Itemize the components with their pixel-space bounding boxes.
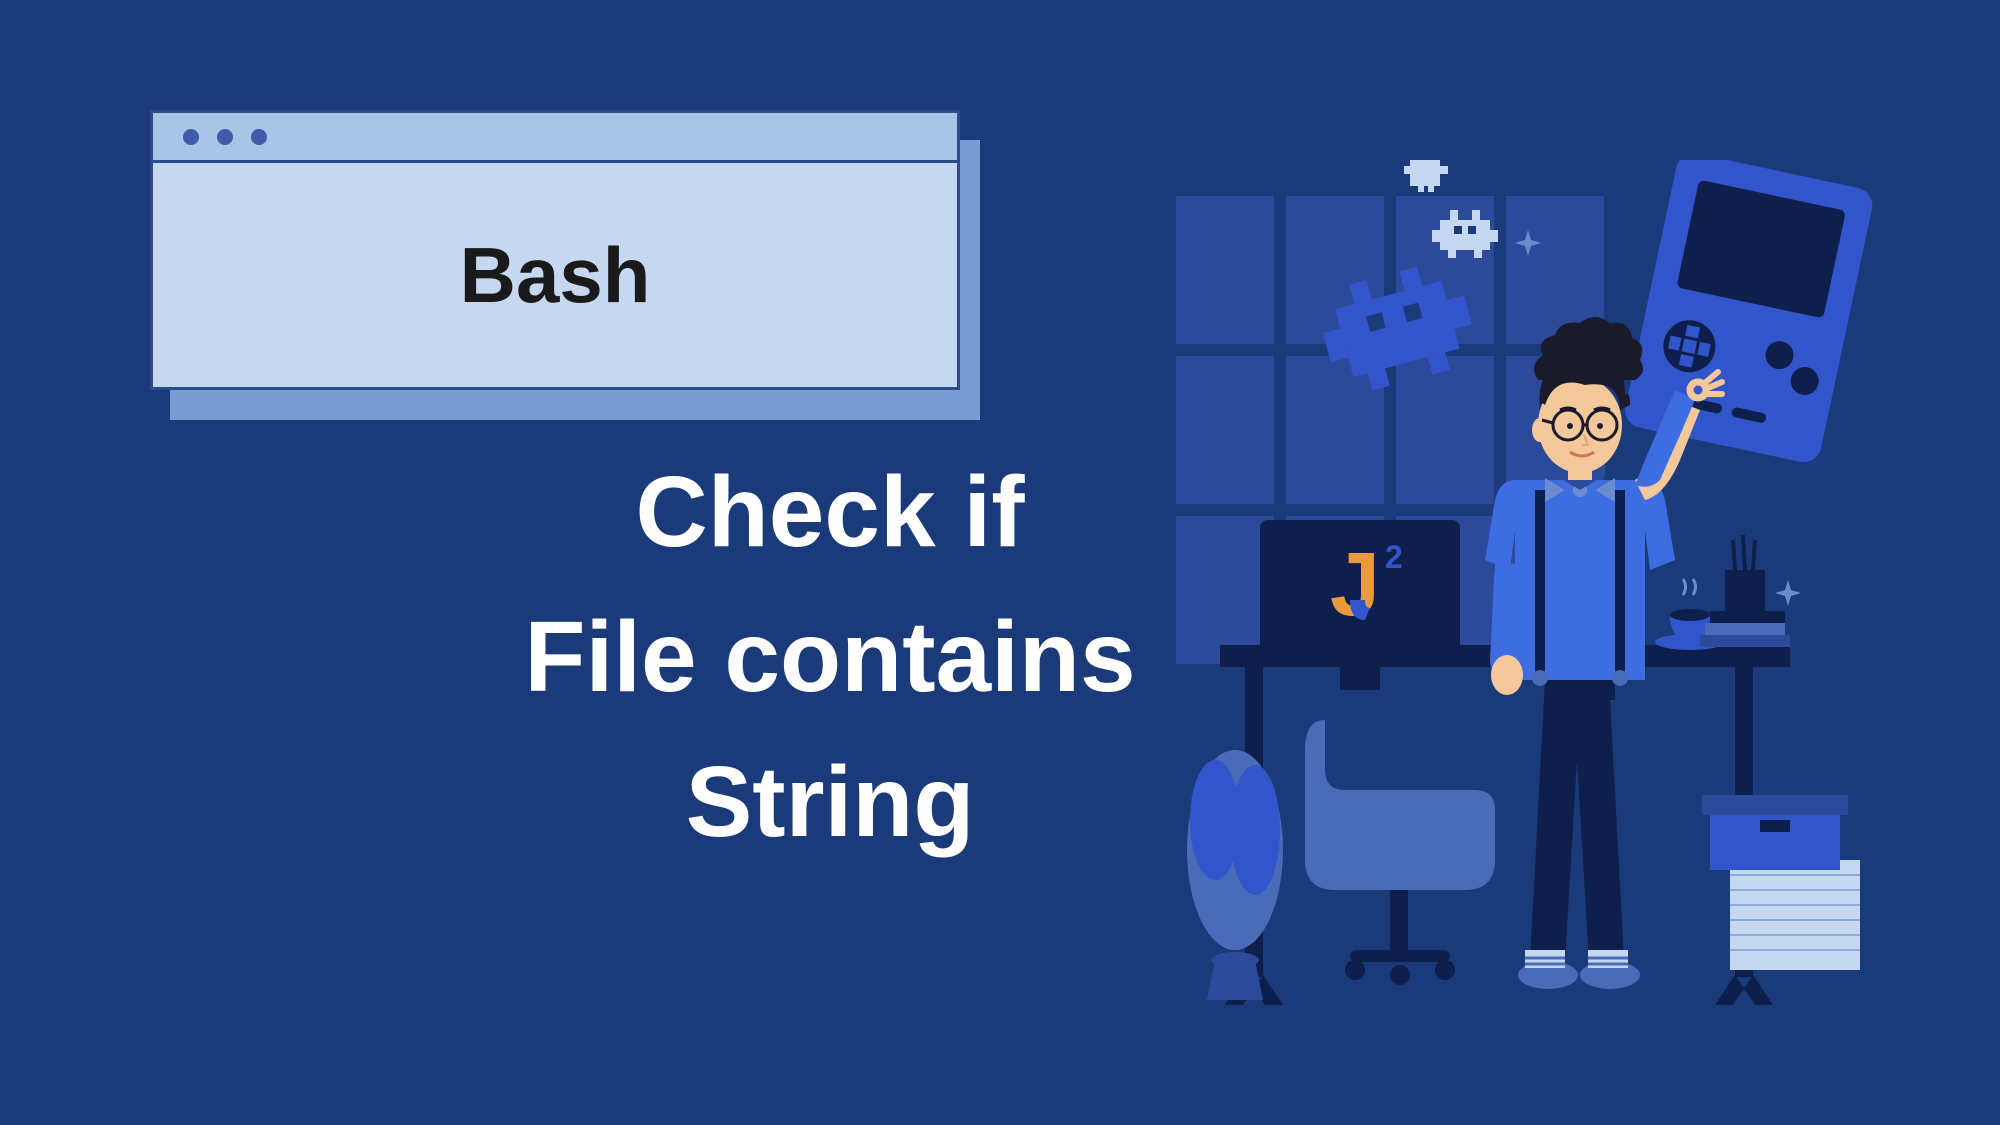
paper-stack — [1730, 860, 1860, 970]
gameboy-icon — [1622, 160, 1876, 465]
titlebar-dot — [251, 129, 267, 145]
window-titlebar — [153, 113, 957, 163]
heading-line-2: File contains — [420, 585, 1240, 730]
window-title-text: Bash — [460, 230, 651, 321]
shoe — [1518, 950, 1578, 989]
main-heading: Check if File contains String — [420, 440, 1240, 875]
plant — [1187, 750, 1283, 1000]
box — [1702, 795, 1848, 870]
window-frame: Bash — [150, 110, 960, 390]
sparkle-icon — [1775, 580, 1801, 606]
developer-illustration: J 2 — [1170, 160, 1940, 1010]
window-content: Bash — [153, 163, 957, 387]
chair — [1305, 720, 1495, 985]
titlebar-dot — [183, 129, 199, 145]
heading-line-3: String — [420, 730, 1240, 875]
pencil-holder — [1725, 535, 1765, 620]
monitor-logo-j: J — [1330, 535, 1380, 635]
heading-line-1: Check if — [420, 440, 1240, 585]
shoe — [1580, 950, 1640, 989]
monitor-logo-2: 2 — [1385, 539, 1403, 575]
titlebar-dot — [217, 129, 233, 145]
